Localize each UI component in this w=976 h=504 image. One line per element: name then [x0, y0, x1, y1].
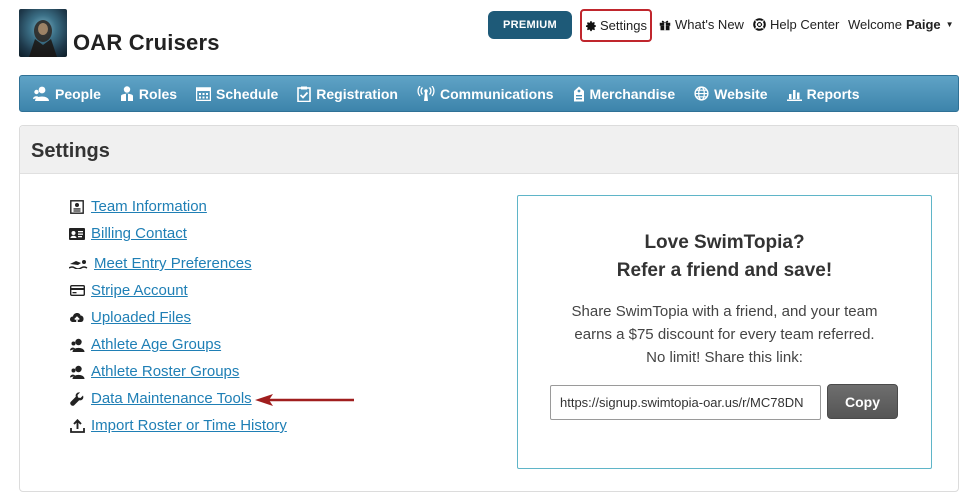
roles-icon	[120, 86, 133, 101]
page-title: Settings	[31, 140, 110, 162]
nav-people-label: People	[55, 85, 101, 102]
main-nav: People Roles Schedule Registration Commu…	[19, 75, 959, 112]
settings-label: Settings	[600, 18, 647, 33]
referral-text-line3: No limit! Share this link:	[646, 349, 803, 366]
user-menu[interactable]: Welcome Paige ▼	[848, 17, 954, 32]
uploaded-files-link[interactable]: Uploaded Files	[91, 309, 191, 326]
nav-reports-label: Reports	[806, 85, 860, 102]
nav-communications-label: Communications	[439, 85, 554, 102]
nav-website[interactable]: Website	[694, 85, 768, 102]
nav-schedule-label: Schedule	[216, 85, 279, 102]
settings-item-team-information[interactable]: Team Information	[69, 198, 207, 215]
users-icon	[69, 364, 85, 380]
referral-title-line1: Love SwimTopia?	[644, 232, 805, 253]
referral-link-input[interactable]	[550, 385, 821, 420]
upload-icon	[69, 418, 85, 434]
gear-icon	[585, 20, 596, 31]
settings-item-athlete-roster-groups[interactable]: Athlete Roster Groups	[69, 363, 239, 380]
athlete-age-groups-link[interactable]: Athlete Age Groups	[91, 336, 221, 353]
wrench-icon	[69, 391, 85, 407]
nav-reports[interactable]: Reports	[786, 85, 860, 102]
contact-card-icon	[69, 226, 85, 242]
nav-merchandise[interactable]: Merchandise	[573, 85, 676, 102]
athlete-roster-groups-link[interactable]: Athlete Roster Groups	[91, 363, 239, 380]
team-logo[interactable]	[19, 9, 67, 57]
bar-chart-icon	[786, 89, 802, 101]
broadcast-icon	[417, 86, 435, 101]
data-maintenance-tools-link[interactable]: Data Maintenance Tools	[91, 390, 252, 407]
settings-item-stripe-account[interactable]: Stripe Account	[69, 282, 188, 299]
id-card-icon	[69, 199, 85, 215]
nav-communications[interactable]: Communications	[417, 86, 554, 102]
stripe-account-link[interactable]: Stripe Account	[91, 282, 188, 299]
nav-website-label: Website	[714, 85, 768, 102]
gift-icon	[659, 20, 671, 30]
premium-button[interactable]: PREMIUM	[488, 11, 572, 39]
tag-icon	[573, 86, 584, 101]
billing-contact-link[interactable]: Billing Contact	[91, 225, 187, 242]
caret-down-icon: ▼	[945, 20, 954, 29]
settings-item-athlete-age-groups[interactable]: Athlete Age Groups	[69, 336, 221, 353]
nav-roles-label: Roles	[138, 85, 178, 102]
nav-merchandise-label: Merchandise	[589, 85, 676, 102]
clipboard-check-icon	[297, 86, 312, 102]
team-name: OAR Cruisers	[73, 30, 220, 55]
settings-item-import-roster[interactable]: Import Roster or Time History	[69, 417, 287, 434]
globe-icon	[694, 86, 709, 101]
help-center-link[interactable]: Help Center	[753, 17, 839, 32]
life-ring-icon	[753, 18, 766, 31]
settings-item-billing-contact[interactable]: Billing Contact	[69, 225, 187, 242]
help-center-label: Help Center	[770, 17, 840, 32]
calendar-icon	[196, 87, 212, 101]
referral-title-line2: Refer a friend and save!	[616, 260, 833, 281]
settings-link[interactable]: Settings	[580, 9, 652, 42]
whats-new-link[interactable]: What's New	[659, 17, 744, 32]
nav-registration-label: Registration	[316, 85, 398, 102]
settings-item-data-maintenance-tools[interactable]: Data Maintenance Tools	[69, 390, 252, 407]
users-icon	[69, 337, 85, 353]
whats-new-label: What's New	[675, 17, 744, 32]
copy-button[interactable]: Copy	[827, 384, 898, 419]
team-information-link[interactable]: Team Information	[91, 198, 207, 215]
people-icon	[33, 86, 49, 101]
referral-box: Love SwimTopia? Refer a friend and save!…	[517, 195, 932, 469]
settings-item-uploaded-files[interactable]: Uploaded Files	[69, 309, 191, 326]
annotation-arrow-icon	[255, 394, 354, 406]
nav-roles[interactable]: Roles	[120, 86, 177, 102]
panel-header	[20, 126, 958, 174]
nav-schedule[interactable]: Schedule	[196, 86, 278, 102]
user-name: Paige	[905, 17, 941, 32]
cloud-upload-icon	[69, 310, 85, 326]
welcome-label: Welcome	[848, 17, 902, 32]
referral-text-line1: Share SwimTopia with a friend, and your …	[571, 303, 878, 320]
meet-entry-preferences-link[interactable]: Meet Entry Preferences	[94, 255, 252, 272]
nav-people[interactable]: People	[33, 86, 101, 102]
swimmer-icon	[69, 256, 88, 272]
nav-registration[interactable]: Registration	[297, 86, 398, 102]
referral-text-line2: earns a $75 discount for every team refe…	[574, 326, 875, 343]
credit-card-icon	[69, 283, 85, 299]
settings-item-meet-entry-preferences[interactable]: Meet Entry Preferences	[69, 255, 252, 272]
import-roster-link[interactable]: Import Roster or Time History	[91, 417, 287, 434]
